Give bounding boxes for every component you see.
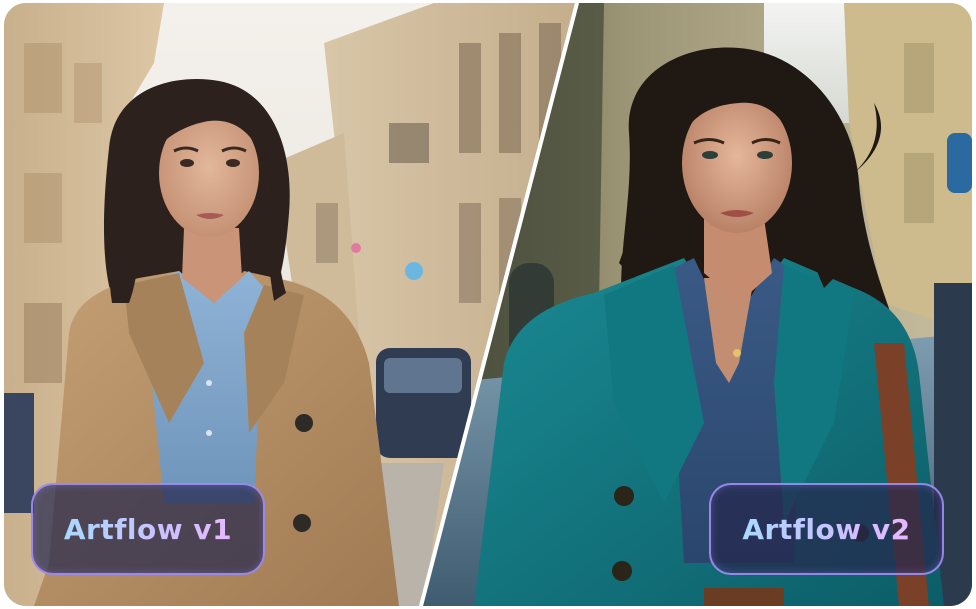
- artflow-v2-label-text: Artflow v2: [742, 512, 911, 546]
- comparison-image: Artflow v1 Artflow v2: [4, 3, 972, 606]
- artflow-v1-label: Artflow v1: [31, 483, 265, 575]
- artflow-v1-label-text: Artflow v1: [63, 512, 233, 546]
- artflow-v2-label: Artflow v2: [709, 483, 944, 575]
